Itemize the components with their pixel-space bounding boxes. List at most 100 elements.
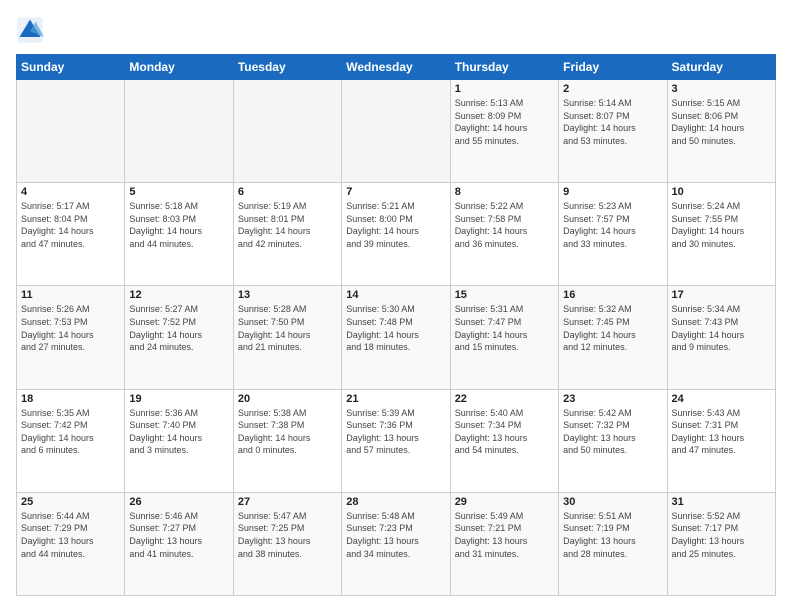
- day-number: 28: [346, 496, 445, 508]
- day-number: 16: [563, 289, 662, 301]
- calendar-body: 1 Sunrise: 5:13 AM Sunset: 8:09 PM Daylig…: [17, 80, 776, 596]
- day-number: 11: [21, 289, 120, 301]
- col-header-tuesday: Tuesday: [233, 55, 341, 80]
- day-info: Sunrise: 5:44 AM Sunset: 7:29 PM Dayligh…: [21, 510, 120, 560]
- calendar-cell: 5 Sunrise: 5:18 AM Sunset: 8:03 PM Daylig…: [125, 183, 233, 286]
- day-number: 13: [238, 289, 337, 301]
- day-number: 17: [672, 289, 771, 301]
- calendar-cell: 6 Sunrise: 5:19 AM Sunset: 8:01 PM Daylig…: [233, 183, 341, 286]
- calendar-cell: [17, 80, 125, 183]
- week-row-4: 18 Sunrise: 5:35 AM Sunset: 7:42 PM Dayli…: [17, 389, 776, 492]
- calendar-cell: 26 Sunrise: 5:46 AM Sunset: 7:27 PM Dayli…: [125, 492, 233, 595]
- calendar-cell: 29Sunrise: 5:49 AM Sunset: 7:21 PM Dayli…: [450, 492, 558, 595]
- calendar-cell: 24 Sunrise: 5:43 AM Sunset: 7:31 PM Dayli…: [667, 389, 775, 492]
- day-number: 14: [346, 289, 445, 301]
- col-header-saturday: Saturday: [667, 55, 775, 80]
- day-number: 8: [455, 186, 554, 198]
- col-header-monday: Monday: [125, 55, 233, 80]
- day-info: Sunrise: 5:14 AM Sunset: 8:07 PM Dayligh…: [563, 97, 662, 147]
- day-number: 30: [563, 496, 662, 508]
- calendar-cell: 3 Sunrise: 5:15 AM Sunset: 8:06 PM Daylig…: [667, 80, 775, 183]
- calendar-cell: 14Sunrise: 5:30 AM Sunset: 7:48 PM Dayli…: [342, 286, 450, 389]
- calendar-cell: 15Sunrise: 5:31 AM Sunset: 7:47 PM Dayli…: [450, 286, 558, 389]
- day-info: Sunrise: 5:18 AM Sunset: 8:03 PM Dayligh…: [129, 200, 228, 250]
- day-info: Sunrise: 5:35 AM Sunset: 7:42 PM Dayligh…: [21, 407, 120, 457]
- day-number: 2: [563, 83, 662, 95]
- calendar-cell: 28 Sunrise: 5:48 AM Sunset: 7:23 PM Dayli…: [342, 492, 450, 595]
- day-number: 31: [672, 496, 771, 508]
- calendar-cell: 20 Sunrise: 5:38 AM Sunset: 7:38 PM Dayli…: [233, 389, 341, 492]
- day-number: 4: [21, 186, 120, 198]
- calendar-cell: 22 Sunrise: 5:40 AM Sunset: 7:34 PM Dayli…: [450, 389, 558, 492]
- day-info: Sunrise: 5:46 AM Sunset: 7:27 PM Dayligh…: [129, 510, 228, 560]
- week-row-3: 11 Sunrise: 5:26 AM Sunset: 7:53 PM Dayli…: [17, 286, 776, 389]
- calendar-cell: 16 Sunrise: 5:32 AM Sunset: 7:45 PM Dayli…: [559, 286, 667, 389]
- calendar-cell: 30 Sunrise: 5:51 AM Sunset: 7:19 PM Dayli…: [559, 492, 667, 595]
- day-info: Sunrise: 5:27 AM Sunset: 7:52 PM Dayligh…: [129, 303, 228, 353]
- day-info: Sunrise: 5:15 AM Sunset: 8:06 PM Dayligh…: [672, 97, 771, 147]
- header: [16, 16, 776, 44]
- col-header-thursday: Thursday: [450, 55, 558, 80]
- calendar-cell: 1 Sunrise: 5:13 AM Sunset: 8:09 PM Daylig…: [450, 80, 558, 183]
- day-info: Sunrise: 5:48 AM Sunset: 7:23 PM Dayligh…: [346, 510, 445, 560]
- day-info: Sunrise: 5:32 AM Sunset: 7:45 PM Dayligh…: [563, 303, 662, 353]
- day-number: 6: [238, 186, 337, 198]
- page: SundayMondayTuesdayWednesdayThursdayFrid…: [0, 0, 792, 612]
- calendar-cell: 17 Sunrise: 5:34 AM Sunset: 7:43 PM Dayli…: [667, 286, 775, 389]
- day-info: Sunrise: 5:24 AM Sunset: 7:55 PM Dayligh…: [672, 200, 771, 250]
- day-info: Sunrise: 5:31 AM Sunset: 7:47 PM Dayligh…: [455, 303, 554, 353]
- calendar-cell: [125, 80, 233, 183]
- day-number: 24: [672, 393, 771, 405]
- day-number: 26: [129, 496, 228, 508]
- logo: [16, 16, 48, 44]
- calendar-cell: 18 Sunrise: 5:35 AM Sunset: 7:42 PM Dayli…: [17, 389, 125, 492]
- calendar-cell: 7 Sunrise: 5:21 AM Sunset: 8:00 PM Daylig…: [342, 183, 450, 286]
- calendar-cell: 2 Sunrise: 5:14 AM Sunset: 8:07 PM Daylig…: [559, 80, 667, 183]
- calendar-cell: 25 Sunrise: 5:44 AM Sunset: 7:29 PM Dayli…: [17, 492, 125, 595]
- week-row-1: 1 Sunrise: 5:13 AM Sunset: 8:09 PM Daylig…: [17, 80, 776, 183]
- calendar-cell: 23Sunrise: 5:42 AM Sunset: 7:32 PM Dayli…: [559, 389, 667, 492]
- calendar-cell: 11 Sunrise: 5:26 AM Sunset: 7:53 PM Dayli…: [17, 286, 125, 389]
- day-info: Sunrise: 5:40 AM Sunset: 7:34 PM Dayligh…: [455, 407, 554, 457]
- day-number: 1: [455, 83, 554, 95]
- calendar-cell: 21Sunrise: 5:39 AM Sunset: 7:36 PM Dayli…: [342, 389, 450, 492]
- day-info: Sunrise: 5:23 AM Sunset: 7:57 PM Dayligh…: [563, 200, 662, 250]
- calendar-cell: 8 Sunrise: 5:22 AM Sunset: 7:58 PM Daylig…: [450, 183, 558, 286]
- day-info: Sunrise: 5:19 AM Sunset: 8:01 PM Dayligh…: [238, 200, 337, 250]
- day-number: 27: [238, 496, 337, 508]
- day-info: Sunrise: 5:17 AM Sunset: 8:04 PM Dayligh…: [21, 200, 120, 250]
- day-info: Sunrise: 5:34 AM Sunset: 7:43 PM Dayligh…: [672, 303, 771, 353]
- day-number: 29: [455, 496, 554, 508]
- day-number: 3: [672, 83, 771, 95]
- calendar-table: SundayMondayTuesdayWednesdayThursdayFrid…: [16, 54, 776, 596]
- calendar-cell: 19 Sunrise: 5:36 AM Sunset: 7:40 PM Dayli…: [125, 389, 233, 492]
- header-row: SundayMondayTuesdayWednesdayThursdayFrid…: [17, 55, 776, 80]
- day-info: Sunrise: 5:43 AM Sunset: 7:31 PM Dayligh…: [672, 407, 771, 457]
- day-info: Sunrise: 5:26 AM Sunset: 7:53 PM Dayligh…: [21, 303, 120, 353]
- col-header-wednesday: Wednesday: [342, 55, 450, 80]
- day-info: Sunrise: 5:36 AM Sunset: 7:40 PM Dayligh…: [129, 407, 228, 457]
- calendar-cell: 12Sunrise: 5:27 AM Sunset: 7:52 PM Dayli…: [125, 286, 233, 389]
- day-info: Sunrise: 5:47 AM Sunset: 7:25 PM Dayligh…: [238, 510, 337, 560]
- day-number: 7: [346, 186, 445, 198]
- day-number: 19: [129, 393, 228, 405]
- day-info: Sunrise: 5:51 AM Sunset: 7:19 PM Dayligh…: [563, 510, 662, 560]
- day-number: 9: [563, 186, 662, 198]
- calendar-cell: 10 Sunrise: 5:24 AM Sunset: 7:55 PM Dayli…: [667, 183, 775, 286]
- day-number: 5: [129, 186, 228, 198]
- day-number: 21: [346, 393, 445, 405]
- calendar-cell: 31 Sunrise: 5:52 AM Sunset: 7:17 PM Dayli…: [667, 492, 775, 595]
- day-info: Sunrise: 5:38 AM Sunset: 7:38 PM Dayligh…: [238, 407, 337, 457]
- day-number: 10: [672, 186, 771, 198]
- col-header-friday: Friday: [559, 55, 667, 80]
- day-number: 25: [21, 496, 120, 508]
- day-number: 18: [21, 393, 120, 405]
- day-info: Sunrise: 5:52 AM Sunset: 7:17 PM Dayligh…: [672, 510, 771, 560]
- day-info: Sunrise: 5:22 AM Sunset: 7:58 PM Dayligh…: [455, 200, 554, 250]
- day-number: 20: [238, 393, 337, 405]
- calendar-cell: 27 Sunrise: 5:47 AM Sunset: 7:25 PM Dayli…: [233, 492, 341, 595]
- day-number: 22: [455, 393, 554, 405]
- day-info: Sunrise: 5:21 AM Sunset: 8:00 PM Dayligh…: [346, 200, 445, 250]
- week-row-2: 4 Sunrise: 5:17 AM Sunset: 8:04 PM Daylig…: [17, 183, 776, 286]
- day-info: Sunrise: 5:13 AM Sunset: 8:09 PM Dayligh…: [455, 97, 554, 147]
